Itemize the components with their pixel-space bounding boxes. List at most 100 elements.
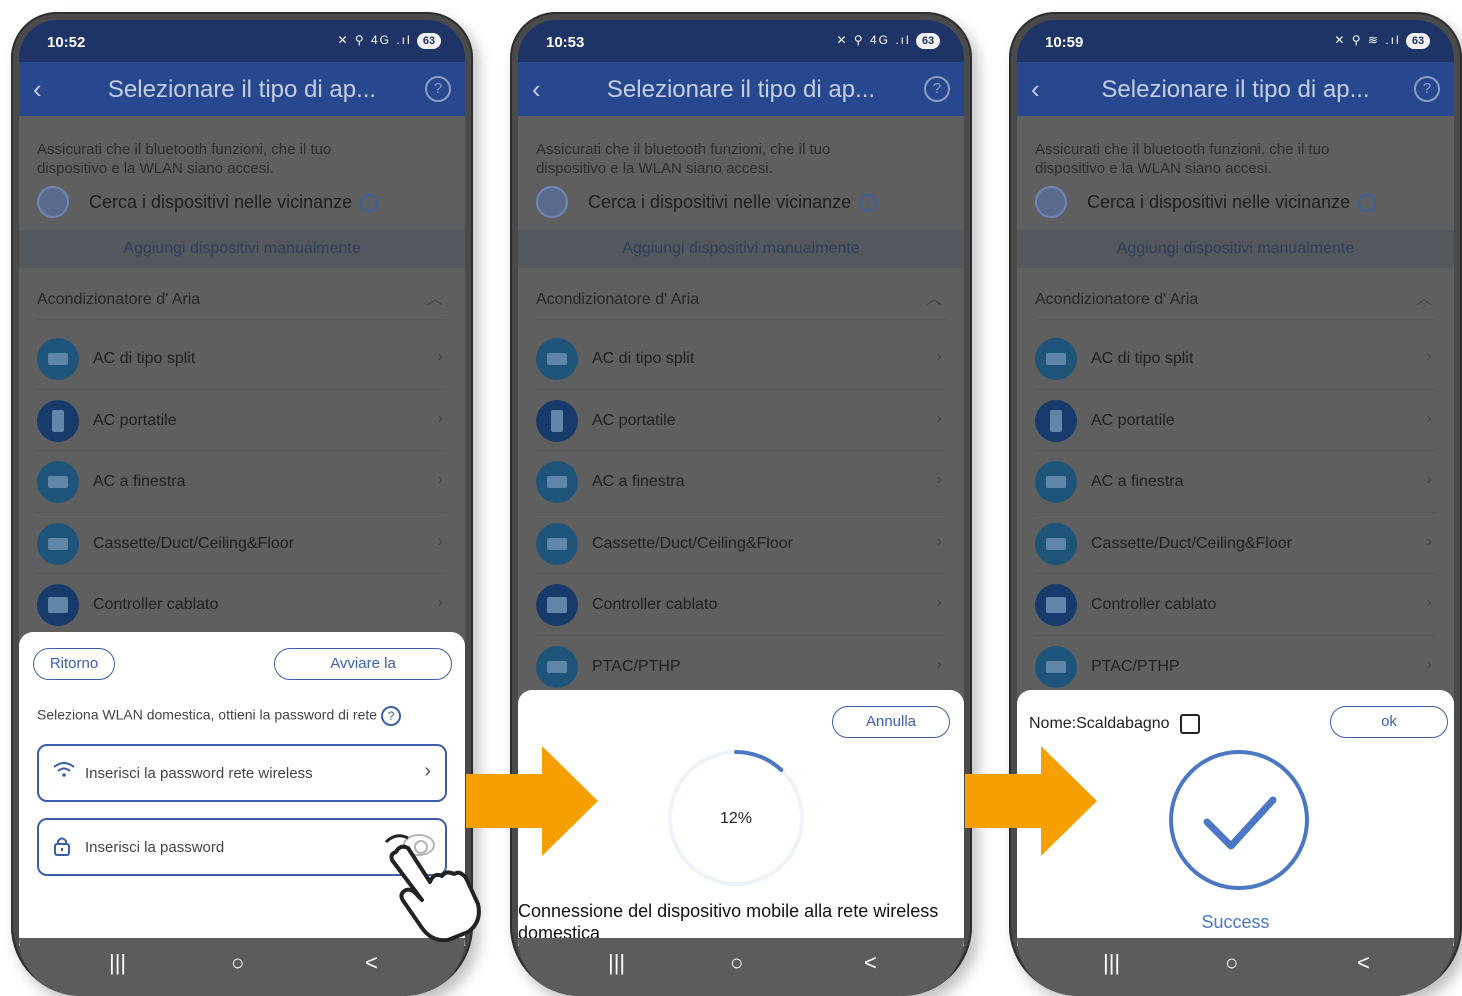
progress-arc bbox=[734, 750, 784, 772]
status-bar: 10:59 ✕ ⚲ ≋ .ıl 63 bbox=[1017, 20, 1454, 62]
help-icon[interactable]: ? bbox=[425, 76, 451, 102]
list-item[interactable]: AC di tipo split › bbox=[536, 328, 946, 390]
split-ac-icon bbox=[1035, 338, 1077, 380]
add-manually-button[interactable]: Aggiungi dispositivi manualmente bbox=[1017, 230, 1454, 268]
status-bar: 10:53 ✕ ⚲ 4G .ıl 63 bbox=[518, 20, 964, 62]
controller-icon bbox=[536, 584, 578, 626]
system-nav-bar: ||| ○ < bbox=[518, 938, 964, 996]
chevron-right-icon: › bbox=[1426, 594, 1432, 611]
chevron-right-icon: › bbox=[1426, 655, 1432, 673]
help-icon[interactable]: ? bbox=[924, 76, 950, 102]
search-nearby-row[interactable]: Cerca i dispositivi nelle vicinanze! bbox=[37, 186, 445, 220]
device-type-list: AC di tipo split › AC portatile › AC a fin… bbox=[37, 328, 447, 636]
cancel-button[interactable]: Annulla bbox=[832, 706, 950, 738]
portable-ac-icon bbox=[37, 399, 79, 442]
next-step-arrow-icon bbox=[466, 746, 598, 856]
home-button[interactable]: ○ bbox=[730, 950, 743, 976]
next-step-arrow-icon bbox=[965, 746, 1097, 856]
wifi-password-placeholder: Inserisci la password rete wireless bbox=[85, 765, 313, 782]
section-header-air-conditioner[interactable]: Acondizionatore d' Aria ︿ bbox=[37, 280, 447, 320]
portable-ac-icon bbox=[536, 399, 578, 442]
device-type-list: AC di tipo split › AC portatile › AC a fin… bbox=[1035, 328, 1436, 697]
app-header: ‹ Selezionare il tipo di ap... ? bbox=[19, 62, 465, 116]
chevron-right-icon: › bbox=[936, 409, 942, 427]
list-item[interactable]: AC portatile › bbox=[536, 390, 946, 451]
chevron-right-icon: › bbox=[936, 532, 942, 550]
nav-back-button[interactable]: < bbox=[365, 950, 378, 976]
add-manually-button[interactable]: Aggiungi dispositivi manualmente bbox=[518, 230, 964, 268]
help-icon[interactable]: ? bbox=[1414, 76, 1440, 102]
list-item[interactable]: Cassette/Duct/Ceiling&Floor › bbox=[37, 513, 447, 574]
search-nearby-row[interactable]: Cerca i dispositivi nelle vicinanze! bbox=[536, 186, 944, 220]
chevron-right-icon: › bbox=[1426, 471, 1432, 488]
list-item[interactable]: AC portatile › bbox=[1035, 390, 1436, 451]
list-item[interactable]: PTAC/PTHP › bbox=[536, 636, 946, 697]
recent-apps-button[interactable]: ||| bbox=[1103, 950, 1120, 976]
add-manually-button[interactable]: Aggiungi dispositivi manualmente bbox=[19, 230, 465, 268]
chevron-up-icon: ︿ bbox=[426, 291, 443, 308]
list-item[interactable]: PTAC/PTHP › bbox=[1035, 636, 1436, 697]
radar-icon bbox=[536, 186, 568, 218]
window-ac-icon bbox=[37, 461, 79, 503]
start-button[interactable]: Avviare la bbox=[274, 648, 452, 680]
split-ac-icon bbox=[536, 338, 578, 380]
bluetooth-info-text: Assicurati che il bluetooth funzioni, ch… bbox=[536, 141, 831, 177]
app-header: ‹ Selezionare il tipo di ap... ? bbox=[1017, 62, 1454, 116]
cassette-icon bbox=[536, 522, 578, 565]
back-button[interactable]: Ritorno bbox=[33, 648, 115, 680]
chevron-right-icon: › bbox=[936, 471, 942, 488]
list-item[interactable]: AC a finestra › bbox=[536, 451, 946, 513]
recent-apps-button[interactable]: ||| bbox=[109, 950, 126, 976]
info-icon[interactable]: ! bbox=[1358, 194, 1377, 213]
list-item[interactable]: Controller cablato › bbox=[1035, 574, 1436, 636]
chevron-right-icon: › bbox=[424, 760, 431, 782]
status-time: 10:59 bbox=[1045, 34, 1084, 51]
help-icon[interactable]: ? bbox=[381, 706, 402, 726]
section-header-air-conditioner[interactable]: Acondizionatore d' Aria ︿ bbox=[1035, 280, 1436, 320]
chevron-right-icon: › bbox=[437, 409, 443, 427]
info-icon[interactable]: ! bbox=[360, 194, 379, 213]
list-item[interactable]: AC portatile › bbox=[37, 390, 447, 451]
chevron-right-icon: › bbox=[1426, 409, 1432, 427]
home-button[interactable]: ○ bbox=[231, 950, 244, 976]
wifi-network-field[interactable]: Inserisci la password rete wireless › bbox=[37, 744, 447, 802]
section-header-air-conditioner[interactable]: Acondizionatore d' Aria ︿ bbox=[536, 280, 946, 320]
chevron-right-icon: › bbox=[1426, 532, 1432, 550]
search-nearby-label: Cerca i dispositivi nelle vicinanze bbox=[588, 192, 852, 212]
chevron-right-icon: › bbox=[936, 348, 942, 365]
portable-ac-icon bbox=[1035, 399, 1077, 442]
nav-back-button[interactable]: < bbox=[1357, 950, 1370, 976]
list-item[interactable]: Cassette/Duct/Ceiling&Floor › bbox=[1035, 513, 1436, 574]
nav-back-button[interactable]: < bbox=[864, 950, 877, 976]
recent-apps-button[interactable]: ||| bbox=[608, 950, 625, 976]
chevron-right-icon: › bbox=[1426, 348, 1432, 365]
search-nearby-row[interactable]: Cerca i dispositivi nelle vicinanze! bbox=[1035, 186, 1434, 220]
page-title: Selezionare il tipo di ap... bbox=[606, 76, 876, 103]
success-check-icon bbox=[1169, 750, 1309, 890]
home-button[interactable]: ○ bbox=[1225, 950, 1238, 976]
list-item[interactable]: Cassette/Duct/Ceiling&Floor › bbox=[536, 513, 946, 574]
list-item[interactable]: Controller cablato › bbox=[536, 574, 946, 636]
wifi-icon bbox=[53, 762, 75, 783]
list-item[interactable]: AC a finestra › bbox=[37, 451, 447, 513]
radar-icon bbox=[1035, 186, 1067, 218]
list-item[interactable]: AC di tipo split › bbox=[1035, 328, 1436, 390]
chevron-up-icon: ︿ bbox=[925, 291, 942, 308]
ptac-icon bbox=[536, 645, 578, 688]
battery-icon: 63 bbox=[916, 33, 940, 49]
tap-hand-icon bbox=[384, 834, 481, 942]
list-item[interactable]: AC a finestra › bbox=[1035, 451, 1436, 513]
list-item[interactable]: Controller cablato › bbox=[37, 574, 447, 636]
status-icons: ✕ ⚲ ≋ .ıl 63 bbox=[1334, 33, 1430, 49]
lock-icon bbox=[53, 836, 71, 861]
screen-1: 10:52 ✕ ⚲ 4G .ıl 63 ‹ Selezionare il tip… bbox=[19, 20, 465, 946]
edit-icon[interactable] bbox=[1179, 714, 1200, 734]
search-nearby-label: Cerca i dispositivi nelle vicinanze bbox=[1087, 192, 1351, 212]
ok-button[interactable]: ok bbox=[1330, 706, 1448, 738]
list-item[interactable]: AC di tipo split › bbox=[37, 328, 447, 390]
battery-icon: 63 bbox=[1406, 33, 1430, 49]
device-type-list: AC di tipo split › AC portatile › AC a fin… bbox=[536, 328, 946, 697]
status-bar: 10:52 ✕ ⚲ 4G .ıl 63 bbox=[19, 20, 465, 62]
window-ac-icon bbox=[1035, 461, 1077, 503]
info-icon[interactable]: ! bbox=[859, 194, 878, 213]
